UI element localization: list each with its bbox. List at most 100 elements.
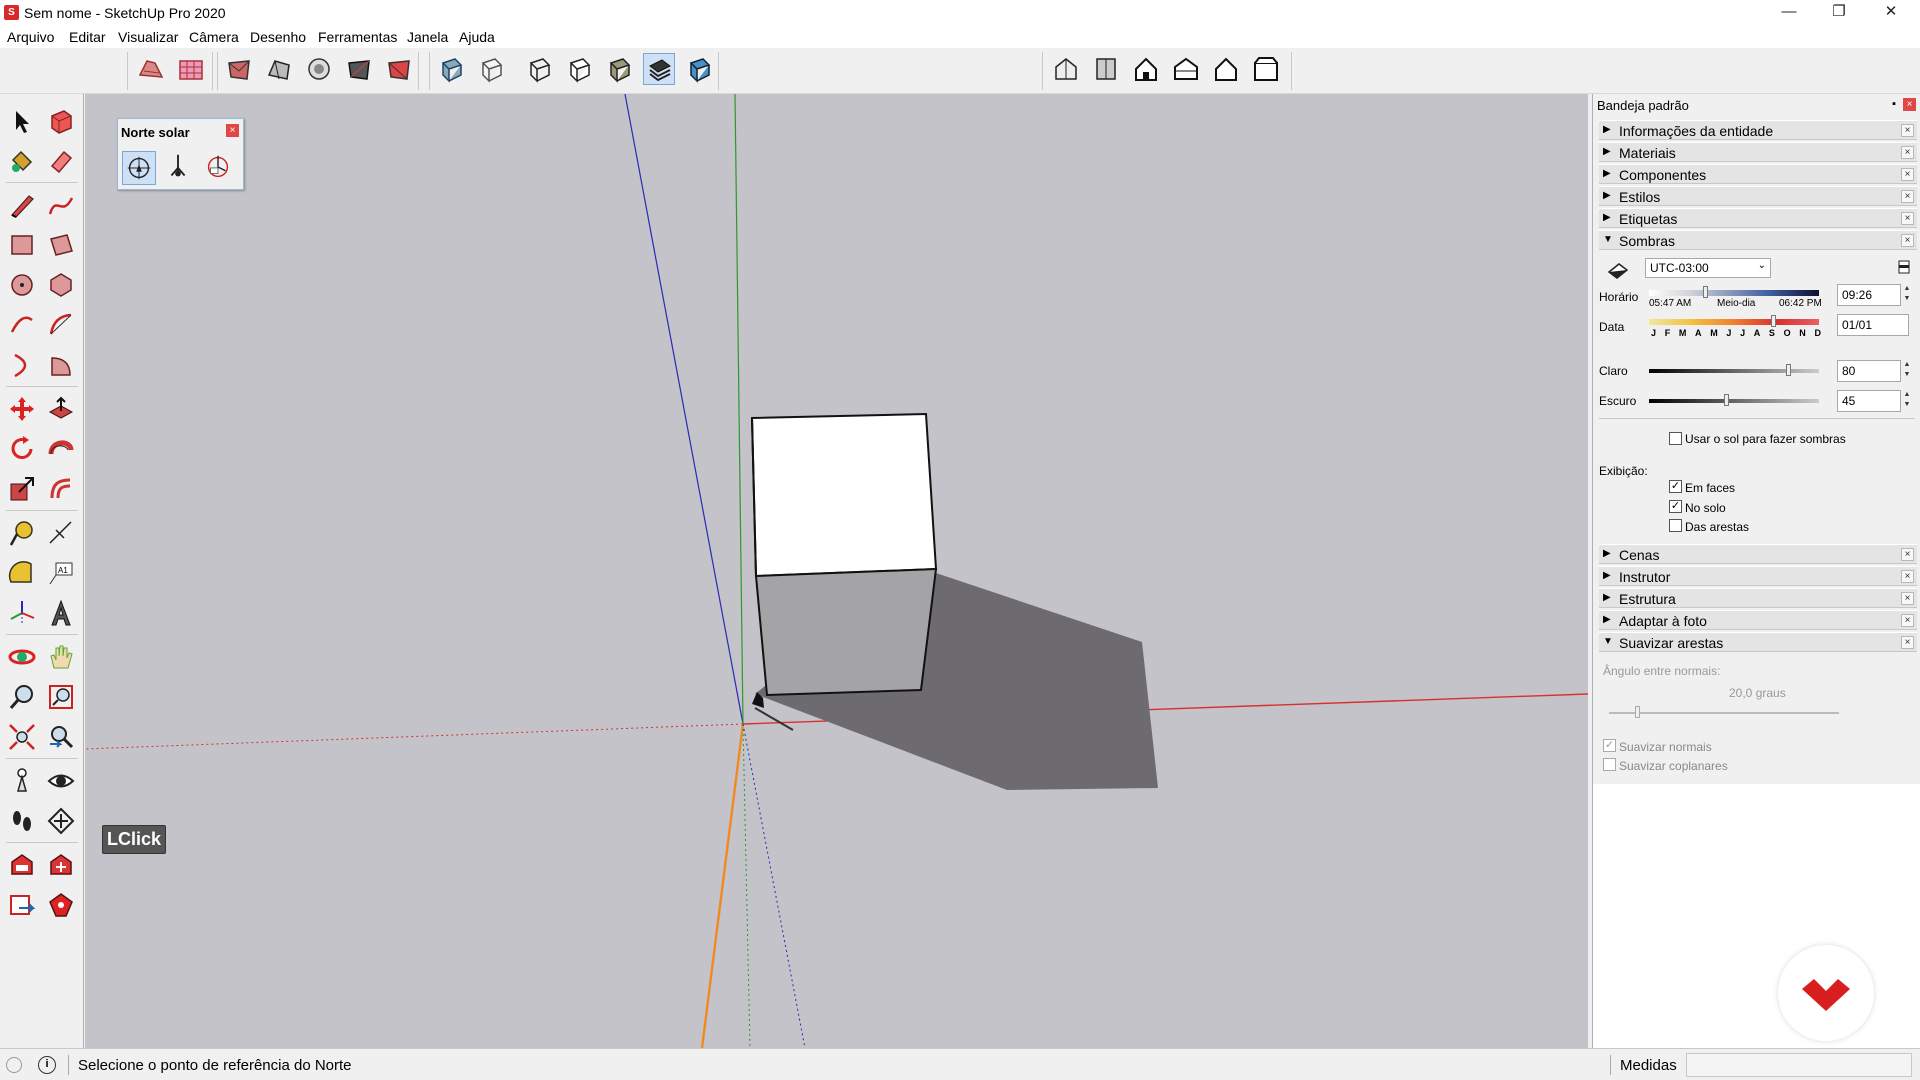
em-faces-checkbox[interactable]: ✓: [1669, 480, 1682, 493]
style-monochrome-icon[interactable]: [683, 53, 715, 85]
freehand-icon[interactable]: [46, 190, 76, 220]
camera-tool-5-icon[interactable]: [383, 53, 415, 85]
date-input[interactable]: 01/01: [1837, 314, 1909, 336]
north-tool-icon[interactable]: [122, 151, 156, 185]
info-icon[interactable]: i: [38, 1056, 56, 1074]
time-slider-thumb[interactable]: [1703, 286, 1708, 298]
menu-camera[interactable]: Câmera: [189, 29, 239, 45]
style-xray-icon[interactable]: [435, 53, 467, 85]
escuro-slider-track[interactable]: [1649, 399, 1819, 403]
das-arestas-checkbox[interactable]: [1669, 519, 1682, 532]
select-arrow-icon[interactable]: [7, 106, 37, 136]
menu-visualizar[interactable]: Visualizar: [118, 29, 178, 45]
walk-footprints-icon[interactable]: [7, 806, 37, 836]
escuro-spinner[interactable]: ▲ ▼: [1901, 390, 1913, 412]
panel-entity-info[interactable]: ▶ Informações da entidade ×: [1599, 120, 1917, 140]
shadow-settings-toggle-icon[interactable]: [1898, 260, 1910, 274]
make-component-icon[interactable]: [46, 106, 76, 136]
timezone-select[interactable]: UTC-03:00 ⌄: [1645, 258, 1771, 278]
axes-icon[interactable]: [7, 598, 37, 628]
two-point-arc-icon[interactable]: [46, 310, 76, 340]
menu-janela[interactable]: Janela: [407, 29, 448, 45]
pan-hand-icon[interactable]: [46, 642, 76, 672]
tray-pin-icon[interactable]: ▪: [1892, 98, 1896, 110]
panel-scenes[interactable]: ▶ Cenas ×: [1599, 544, 1917, 564]
panel-components[interactable]: ▶ Componentes ×: [1599, 164, 1917, 184]
rectangle-icon[interactable]: [7, 230, 37, 260]
view-back-icon[interactable]: [1210, 53, 1242, 85]
text-tool-icon[interactable]: A1: [46, 558, 76, 588]
scale-icon[interactable]: [7, 474, 37, 504]
menu-ajuda[interactable]: Ajuda: [459, 29, 495, 45]
camera-tool-2-icon[interactable]: [263, 53, 295, 85]
orbit-icon[interactable]: [7, 642, 37, 672]
extension-manager-icon[interactable]: [46, 890, 76, 920]
pie-icon[interactable]: [46, 350, 76, 380]
panel-soften-edges[interactable]: ▼ Suavizar arestas ×: [1599, 632, 1917, 652]
claro-input[interactable]: 80: [1837, 360, 1901, 382]
claro-spinner[interactable]: ▲ ▼: [1901, 360, 1913, 382]
toggle-north-arrow-icon[interactable]: [202, 151, 236, 185]
rotate-icon[interactable]: [7, 434, 37, 464]
zoom-window-icon[interactable]: [46, 682, 76, 712]
camera-tool-1-icon[interactable]: [223, 53, 255, 85]
menu-desenho[interactable]: Desenho: [250, 29, 306, 45]
panel-instructor[interactable]: ▶ Instrutor ×: [1599, 566, 1917, 586]
view-right-icon[interactable]: [1170, 53, 1202, 85]
view-front-icon[interactable]: [1130, 53, 1162, 85]
circle-icon[interactable]: [7, 270, 37, 300]
norte-solar-close-button[interactable]: ×: [226, 124, 239, 137]
enter-north-angle-icon[interactable]: [162, 151, 196, 185]
zoom-extents-icon[interactable]: [7, 722, 37, 752]
3d-warehouse-icon[interactable]: [7, 850, 37, 880]
previous-view-icon[interactable]: [46, 722, 76, 752]
menu-ferramentas[interactable]: Ferramentas: [318, 29, 397, 45]
minimize-button[interactable]: —: [1764, 0, 1814, 26]
medidas-input[interactable]: [1686, 1053, 1912, 1077]
section-plane-icon[interactable]: [46, 806, 76, 836]
sandbox-grid-icon[interactable]: [175, 53, 207, 85]
view-top-icon[interactable]: [1090, 53, 1122, 85]
time-spinner[interactable]: ▲ ▼: [1901, 284, 1913, 306]
escuro-slider-thumb[interactable]: [1724, 394, 1729, 406]
box-top-face[interactable]: [750, 412, 938, 578]
view-iso-icon[interactable]: [1050, 53, 1082, 85]
box-front-face[interactable]: [754, 567, 938, 697]
style-backedges-icon[interactable]: [475, 53, 507, 85]
panel-tags[interactable]: ▶ Etiquetas ×: [1599, 208, 1917, 228]
style-shaded-icon[interactable]: [603, 53, 635, 85]
geolocation-icon[interactable]: [6, 1057, 22, 1073]
3d-viewport[interactable]: [85, 94, 1588, 1048]
time-input[interactable]: 09:26: [1837, 284, 1901, 306]
arc-icon[interactable]: [7, 310, 37, 340]
date-slider-thumb[interactable]: [1771, 315, 1776, 327]
menu-arquivo[interactable]: Arquivo: [7, 29, 54, 45]
tray-close-button[interactable]: ×: [1903, 98, 1916, 111]
paint-bucket-icon[interactable]: [7, 146, 37, 176]
three-point-arc-icon[interactable]: [7, 350, 37, 380]
escuro-input[interactable]: 45: [1837, 390, 1901, 412]
layout-send-icon[interactable]: [7, 890, 37, 920]
close-button[interactable]: ✕: [1866, 0, 1916, 26]
move-icon[interactable]: [7, 394, 37, 424]
date-slider-track[interactable]: [1649, 319, 1819, 325]
use-sun-checkbox[interactable]: [1669, 432, 1682, 445]
claro-slider-thumb[interactable]: [1786, 364, 1791, 376]
eraser-icon[interactable]: [46, 146, 76, 176]
rotated-rectangle-icon[interactable]: [46, 230, 76, 260]
push-pull-icon[interactable]: [46, 394, 76, 424]
shadows-toggle-icon[interactable]: [1605, 258, 1631, 282]
panel-styles[interactable]: ▶ Estilos ×: [1599, 186, 1917, 206]
camera-tool-4-icon[interactable]: [343, 53, 375, 85]
menu-editar[interactable]: Editar: [69, 29, 106, 45]
position-camera-icon[interactable]: [7, 766, 37, 796]
extension-warehouse-icon[interactable]: [46, 850, 76, 880]
claro-slider-track[interactable]: [1649, 369, 1819, 373]
maximize-button[interactable]: ❐: [1814, 0, 1864, 26]
zoom-icon[interactable]: [7, 682, 37, 712]
style-wireframe-icon[interactable]: [523, 53, 555, 85]
tape-measure-icon[interactable]: [7, 518, 37, 548]
follow-me-icon[interactable]: [46, 434, 76, 464]
3d-text-icon[interactable]: [46, 598, 76, 628]
camera-tool-3-icon[interactable]: [303, 53, 335, 85]
